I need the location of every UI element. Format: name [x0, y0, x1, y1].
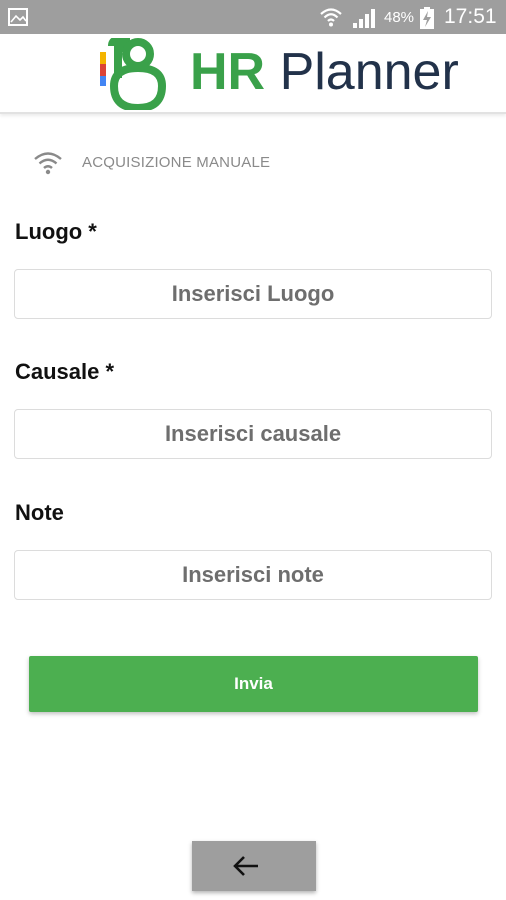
submit-button[interactable]: Invia [29, 656, 478, 712]
causale-input[interactable] [14, 409, 492, 459]
app-logo-text: HR Planner [190, 40, 459, 104]
wifi-icon [34, 152, 62, 175]
logo-hr: HR [190, 43, 266, 101]
causale-label: Causale * [15, 359, 115, 384]
luogo-label: Luogo * [15, 219, 97, 244]
gallery-icon [8, 8, 28, 26]
wifi-icon [320, 8, 342, 27]
note-input[interactable] [14, 550, 492, 600]
acquisition-mode-label: ACQUISIZIONE MANUALE [82, 154, 271, 171]
signal-icon [353, 9, 375, 28]
hr-planner-logo-icon [100, 38, 166, 110]
status-bar: 48% 17:51 [0, 0, 506, 34]
note-label: Note [15, 500, 64, 525]
arrow-left-icon [233, 856, 258, 876]
battery-percentage: 48% [384, 9, 415, 26]
luogo-input[interactable] [14, 269, 492, 319]
app-header: HR Planner [0, 34, 506, 114]
battery-charging-icon [420, 7, 434, 29]
status-time: 17:51 [444, 5, 497, 28]
logo-planner: Planner [279, 43, 459, 101]
back-button[interactable] [192, 841, 316, 891]
